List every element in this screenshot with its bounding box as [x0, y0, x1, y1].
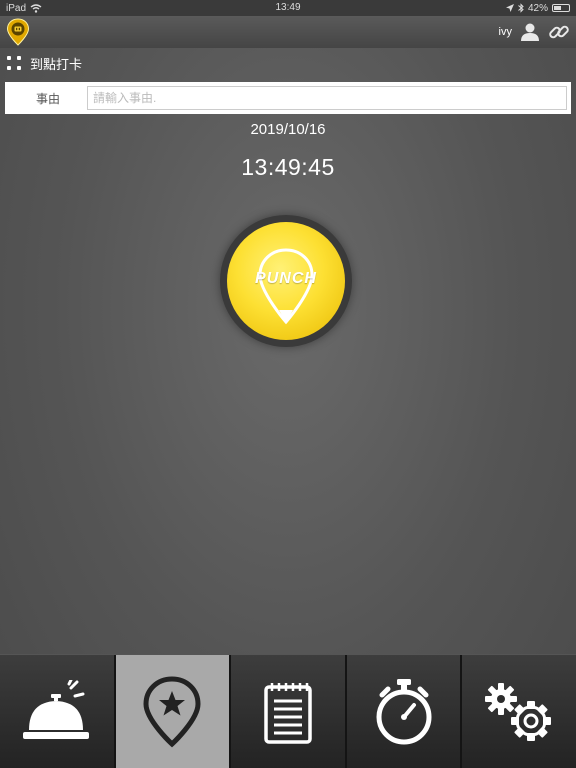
battery-percent: 42% — [527, 2, 548, 14]
tab-notepad[interactable] — [231, 655, 347, 768]
username-label: ivy — [498, 26, 512, 38]
map-pin-star-icon — [143, 675, 201, 747]
tab-bar — [0, 654, 576, 768]
notepad-icon — [264, 682, 312, 744]
page-title: 到點打卡 — [30, 56, 83, 72]
device-name: iPad — [6, 2, 27, 14]
status-time: 13:49 — [275, 2, 301, 13]
service-bell-icon — [22, 679, 89, 739]
reason-label: 事由 — [35, 91, 60, 106]
app-logo-icon[interactable] — [6, 18, 30, 46]
link-icon[interactable] — [548, 21, 570, 43]
reason-input[interactable] — [87, 86, 567, 110]
status-left: iPad — [6, 3, 42, 14]
punch-face: PUNCH — [227, 222, 345, 340]
nav-right: ivy — [499, 21, 570, 43]
tab-service-bell[interactable] — [0, 655, 116, 768]
status-right: 42% — [505, 2, 570, 14]
battery-icon — [552, 4, 570, 12]
stopwatch-icon — [376, 678, 432, 744]
nav-bar: ivy — [0, 16, 576, 48]
tab-stopwatch[interactable] — [346, 655, 463, 768]
user-icon[interactable] — [520, 22, 540, 42]
date-display: 2019/10/16 — [250, 121, 326, 138]
grid-icon[interactable] — [6, 55, 22, 71]
sub-header: 到點打卡 — [6, 52, 82, 74]
tab-map-pin-star[interactable] — [115, 655, 232, 768]
wifi-icon — [30, 3, 42, 13]
gears-icon — [485, 682, 552, 741]
tab-settings-gears[interactable] — [462, 655, 576, 768]
punch-label: PUNCH — [255, 270, 317, 287]
status-bar: iPad 13:49 42% — [0, 0, 576, 16]
time-display: 13:49:45 — [241, 154, 335, 180]
reason-row: 事由 — [5, 82, 571, 114]
bluetooth-icon — [518, 3, 524, 13]
punch-button[interactable]: PUNCH — [220, 215, 352, 347]
location-arrow-icon — [505, 4, 514, 12]
